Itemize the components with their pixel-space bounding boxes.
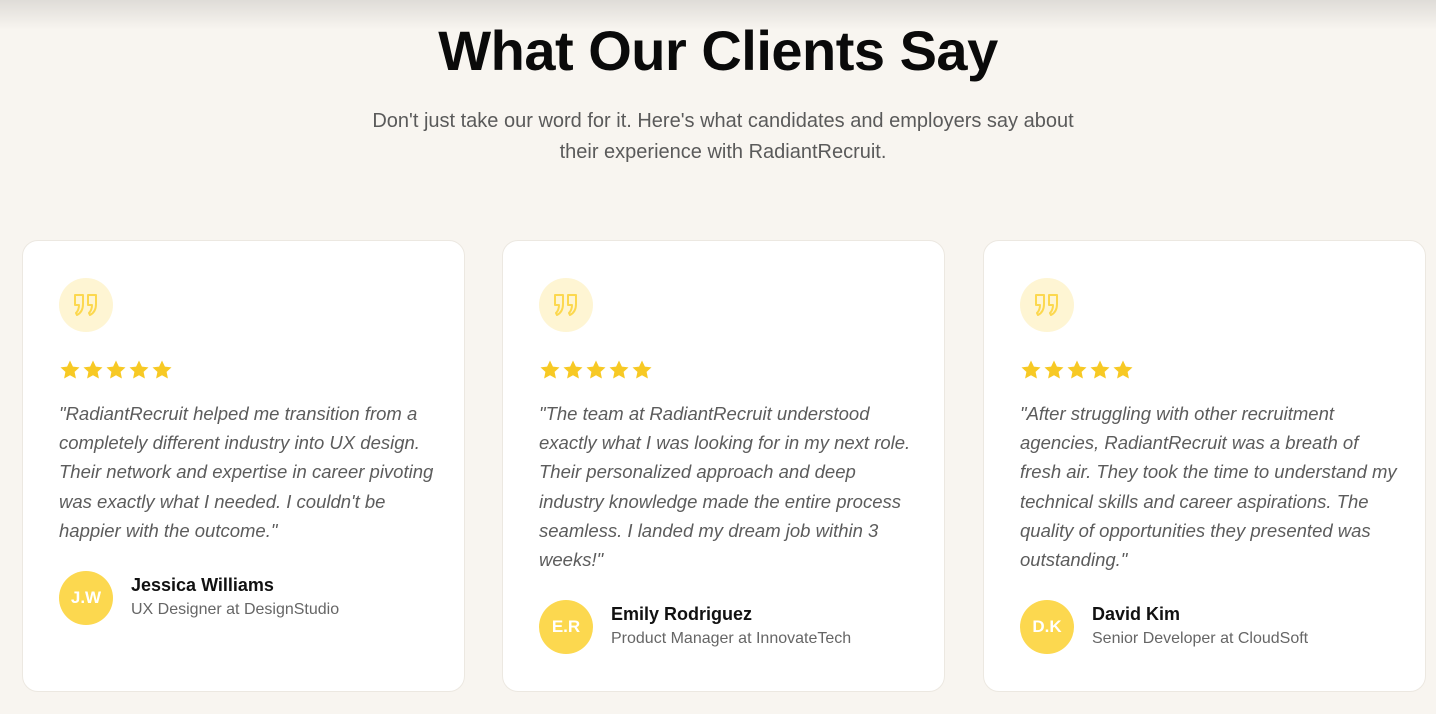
author-role: UX Designer at DesignStudio	[131, 601, 340, 618]
star-icon	[562, 359, 584, 381]
testimonials-grid: "RadiantRecruit helped me transition fro…	[22, 240, 1426, 692]
testimonial-quote: "RadiantRecruit helped me transition fro…	[59, 403, 434, 541]
star-icon	[59, 359, 81, 381]
star-icon	[585, 359, 607, 381]
avatar: J.W	[59, 571, 113, 625]
star-icon	[82, 359, 104, 381]
star-icon	[539, 359, 561, 381]
star-icon	[1089, 359, 1111, 381]
star-icon	[128, 359, 150, 381]
author-name: David Kim	[1092, 604, 1181, 624]
rating-stars	[539, 359, 653, 381]
avatar: D.K	[1020, 600, 1074, 654]
avatar: E.R	[539, 600, 593, 654]
testimonial-quote: "After struggling with other recruitment…	[1020, 403, 1397, 571]
rating-stars	[59, 359, 173, 381]
testimonial-author: J.W Jessica Williams UX Designer at Desi…	[59, 571, 439, 625]
author-role: Senior Developer at CloudSoft	[1092, 630, 1309, 647]
quote-badge	[539, 278, 593, 332]
quote-badge	[59, 278, 113, 332]
testimonial-quote: "The team at RadiantRecruit understood e…	[539, 403, 911, 571]
star-icon	[151, 359, 173, 381]
section-title: What Our Clients Say	[438, 19, 998, 82]
author-role: Product Manager at InnovateTech	[611, 630, 852, 647]
star-icon	[1043, 359, 1065, 381]
star-icon	[1112, 359, 1134, 381]
author-name: Jessica Williams	[131, 575, 274, 595]
star-icon	[631, 359, 653, 381]
star-icon	[105, 359, 127, 381]
quote-badge	[1020, 278, 1074, 332]
testimonial-card: "The team at RadiantRecruit understood e…	[502, 240, 945, 692]
testimonial-card: "RadiantRecruit helped me transition fro…	[22, 240, 465, 692]
testimonial-author: D.K David Kim Senior Developer at CloudS…	[1020, 600, 1400, 654]
testimonial-author: E.R Emily Rodriguez Product Manager at I…	[539, 600, 919, 654]
testimonial-card: "After struggling with other recruitment…	[983, 240, 1426, 692]
star-icon	[1066, 359, 1088, 381]
star-icon	[608, 359, 630, 381]
author-name: Emily Rodriguez	[611, 604, 753, 624]
section-subtitle: Don't just take our word for it. Here's …	[372, 110, 1074, 163]
rating-stars	[1020, 359, 1134, 381]
star-icon	[1020, 359, 1042, 381]
